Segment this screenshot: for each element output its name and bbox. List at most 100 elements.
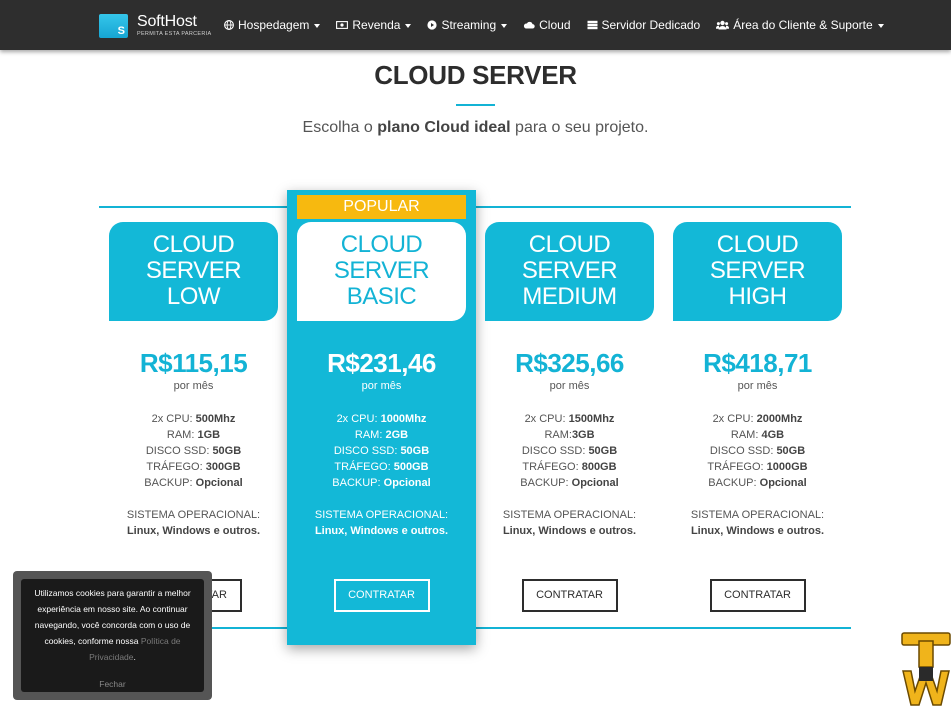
whtop-watermark-logo xyxy=(901,632,951,706)
plan-name: CLOUD SERVER BASIC xyxy=(297,222,466,321)
money-icon xyxy=(336,21,349,29)
plan-os: SISTEMA OPERACIONAL: Linux, Windows e ou… xyxy=(485,507,654,539)
cookie-box: Utilizamos cookies para garantir a melho… xyxy=(21,579,204,692)
plan-specs: 2x CPU: 2000Mhz RAM: 4GB DISCO SSD: 50GB… xyxy=(673,411,842,491)
navbar: S SoftHost PERMITA ESTA PARCERIA Hospeda… xyxy=(0,0,951,50)
users-icon xyxy=(716,20,730,30)
plan-name-line: SERVER xyxy=(333,257,430,284)
spec-cpu: 2x CPU: 2000Mhz xyxy=(712,413,803,425)
os-value: Linux, Windows e outros. xyxy=(314,525,449,537)
title-divider xyxy=(456,104,495,106)
spec-disk: DISCO SSD: 50GB xyxy=(521,445,618,457)
nav-label: Área do Cliente & Suporte xyxy=(733,18,873,32)
plan-name-line: CLOUD xyxy=(716,231,799,258)
subtitle-text: Escolha o xyxy=(302,119,378,136)
plan-period: por mês xyxy=(361,380,402,392)
chevron-down-icon xyxy=(501,23,508,28)
popular-badge: POPULAR xyxy=(297,195,466,219)
contratar-button-medium[interactable]: CONTRATAR xyxy=(521,579,618,612)
page-title: CLOUD SERVER xyxy=(374,60,577,90)
plan-period: por mês xyxy=(737,380,778,392)
plan-name-line: HIGH xyxy=(728,283,788,310)
spec-disk: DISCO SSD: 50GB xyxy=(709,445,806,457)
plan-name: CLOUD SERVER HIGH xyxy=(673,222,842,321)
os-label: SISTEMA OPERACIONAL: xyxy=(126,509,261,521)
logo[interactable]: S SoftHost PERMITA ESTA PARCERIA xyxy=(99,14,211,38)
plan-specs: 2x CPU: 1000Mhz RAM: 2GB DISCO SSD: 50GB… xyxy=(297,411,466,491)
spec-ram: RAM: 4GB xyxy=(730,429,785,441)
plan-name-line: LOW xyxy=(166,283,221,310)
plan-os: SISTEMA OPERACIONAL: Linux, Windows e ou… xyxy=(673,507,842,539)
spec-backup: BACKUP: Opcional xyxy=(144,477,243,489)
plan-card-high: CLOUD SERVER HIGH R$418,71 por mês 2x CP… xyxy=(673,222,842,612)
plan-period: por mês xyxy=(173,380,214,392)
spec-cpu: 2x CPU: 1500Mhz xyxy=(524,413,615,425)
subtitle-bold: plano Cloud ideal xyxy=(377,119,511,136)
nav-label: Servidor Dedicado xyxy=(601,18,701,32)
os-label: SISTEMA OPERACIONAL: xyxy=(690,509,825,521)
cookie-close-button[interactable]: Fechar xyxy=(21,676,204,692)
plan-os: SISTEMA OPERACIONAL: Linux, Windows e ou… xyxy=(109,507,278,539)
contratar-button-basic[interactable]: CONTRATAR xyxy=(333,579,430,612)
nav-label: Hospedagem xyxy=(238,18,310,32)
nav-item-revenda[interactable]: Revenda xyxy=(336,18,412,32)
nav-item-hospedagem[interactable]: Hospedagem xyxy=(224,18,321,32)
nav-label: Revenda xyxy=(352,18,401,32)
cookie-banner: Utilizamos cookies para garantir a melho… xyxy=(13,571,212,700)
spec-traffic: TRÁFEGO: 800GB xyxy=(522,461,617,473)
plan-name-line: CLOUD xyxy=(152,231,235,258)
main-nav: Hospedagem Revenda Streaming Cloud Servi… xyxy=(224,0,900,50)
os-label: SISTEMA OPERACIONAL: xyxy=(502,509,637,521)
spec-ram: RAM: 1GB xyxy=(166,429,221,441)
plan-name-line: CLOUD xyxy=(528,231,611,258)
plan-card-medium: CLOUD SERVER MEDIUM R$325,66 por mês 2x … xyxy=(485,222,654,612)
plan-body: R$231,46 por mês 2x CPU: 1000Mhz RAM: 2G… xyxy=(297,321,466,612)
os-value: Linux, Windows e outros. xyxy=(502,525,637,537)
logo-tagline: PERMITA ESTA PARCERIA xyxy=(137,31,212,38)
spec-backup: BACKUP: Opcional xyxy=(520,477,619,489)
plan-name-line: BASIC xyxy=(346,283,417,310)
plan-name-line: CLOUD xyxy=(340,231,423,258)
plan-price: R$418,71 xyxy=(703,348,812,378)
play-circle-icon xyxy=(427,20,438,30)
spec-traffic: TRÁFEGO: 1000GB xyxy=(707,461,808,473)
plan-name-line: MEDIUM xyxy=(522,283,617,310)
server-icon xyxy=(587,20,597,30)
spec-traffic: TRÁFEGO: 300GB xyxy=(146,461,241,473)
plan-name: CLOUD SERVER LOW xyxy=(109,222,278,321)
os-label: SISTEMA OPERACIONAL: xyxy=(314,509,449,521)
plan-specs: 2x CPU: 1500Mhz RAM:3GB DISCO SSD: 50GB … xyxy=(485,411,654,491)
plan-price: R$231,46 xyxy=(327,348,436,378)
chevron-down-icon xyxy=(877,23,884,28)
nav-item-streaming[interactable]: Streaming xyxy=(427,18,508,32)
contratar-button-high[interactable]: CONTRATAR xyxy=(709,579,806,612)
spec-backup: BACKUP: Opcional xyxy=(708,477,807,489)
nav-label: Cloud xyxy=(539,18,571,32)
nav-item-cloud[interactable]: Cloud xyxy=(523,18,571,32)
spec-disk: DISCO SSD: 50GB xyxy=(333,445,430,457)
plan-price: R$325,66 xyxy=(515,348,624,378)
cookie-text-end: . xyxy=(133,652,136,662)
plan-card-basic: POPULAR CLOUD SERVER BASIC R$231,46 por … xyxy=(287,190,476,645)
plan-card-low: CLOUD SERVER LOW R$115,15 por mês 2x CPU… xyxy=(109,222,278,612)
plan-name-line: SERVER xyxy=(709,257,806,284)
logo-name: SoftHost xyxy=(137,13,197,31)
plan-os: SISTEMA OPERACIONAL: Linux, Windows e ou… xyxy=(297,507,466,539)
page-subtitle: Escolha o plano Cloud ideal para o seu p… xyxy=(0,119,951,137)
plan-name-line: SERVER xyxy=(145,257,242,284)
nav-item-area-cliente[interactable]: Área do Cliente & Suporte xyxy=(716,18,884,32)
nav-item-servidor-dedicado[interactable]: Servidor Dedicado xyxy=(587,18,701,32)
os-value: Linux, Windows e outros. xyxy=(126,525,261,537)
cloud-icon xyxy=(524,21,535,29)
chevron-down-icon xyxy=(405,23,412,28)
spec-cpu: 2x CPU: 500Mhz xyxy=(151,413,236,425)
plan-specs: 2x CPU: 500Mhz RAM: 1GB DISCO SSD: 50GB … xyxy=(109,411,278,491)
spec-disk: DISCO SSD: 50GB xyxy=(145,445,242,457)
spec-cpu: 2x CPU: 1000Mhz xyxy=(336,413,427,425)
plan-name-line: SERVER xyxy=(521,257,618,284)
spec-ram: RAM:3GB xyxy=(544,429,595,441)
logo-text: SoftHost PERMITA ESTA PARCERIA xyxy=(137,14,211,38)
plan-period: por mês xyxy=(549,380,590,392)
plan-price: R$115,15 xyxy=(139,348,248,378)
logo-mark-letter: S xyxy=(117,25,125,37)
